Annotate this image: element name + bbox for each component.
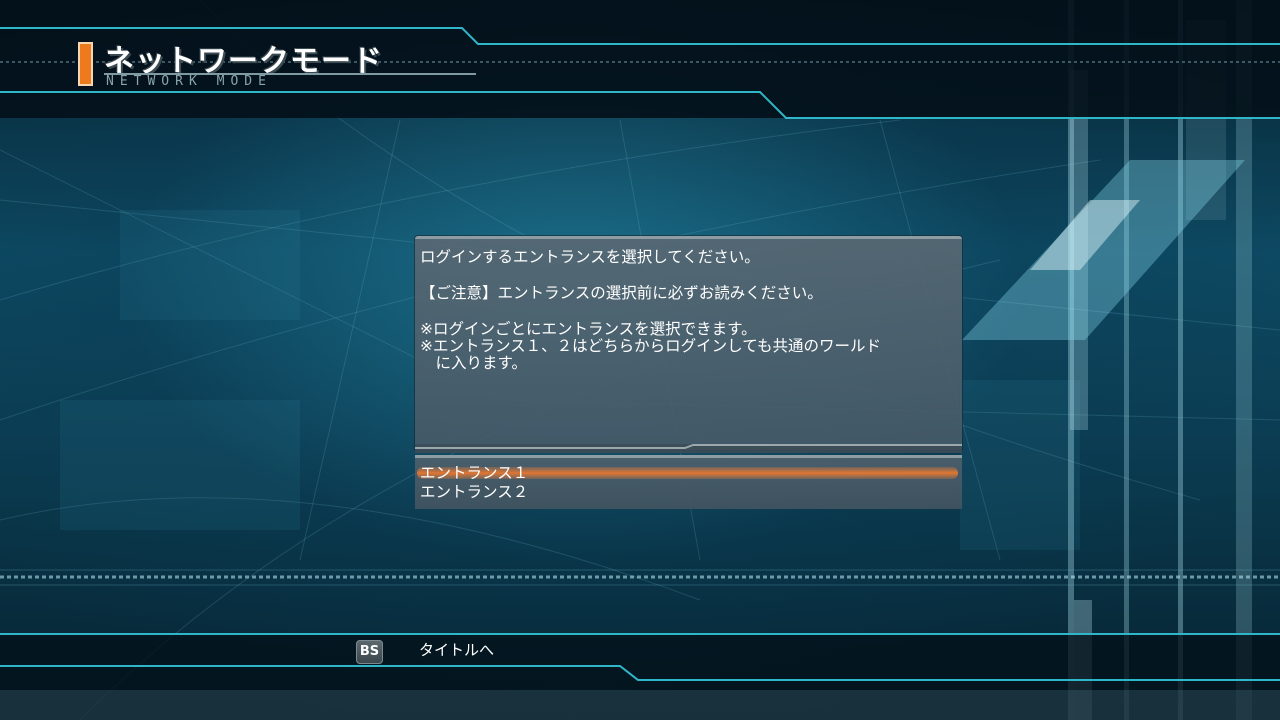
- entrance-option-1[interactable]: エントランス１: [415, 464, 962, 482]
- network-mode-screen: ネットワークモード NETWORK MODE ログインするエントランスを選択して…: [0, 0, 1280, 720]
- bs-key-icon[interactable]: BS: [356, 640, 383, 664]
- info-panel: ログインするエントランスを選択してください。 【ご注意】エントランスの選択前に必…: [415, 236, 962, 450]
- entrance-option-2[interactable]: エントランス２: [415, 483, 962, 501]
- info-line-note3: に入ります。: [420, 354, 527, 372]
- page-subtitle: NETWORK MODE: [106, 74, 272, 89]
- info-line-notice: 【ご注意】エントランスの選択前に必ずお読みください。: [420, 284, 823, 302]
- title-marker: [78, 42, 93, 86]
- info-line-note1: ※ログインごとにエントランスを選択できます。: [420, 320, 757, 338]
- back-to-title-label[interactable]: タイトルへ: [419, 639, 494, 660]
- entrance-option-label: エントランス１: [420, 464, 529, 482]
- entrance-list: エントランス１ エントランス２: [415, 455, 962, 509]
- info-line-instruction: ログインするエントランスを選択してください。: [420, 248, 760, 266]
- entrance-option-label: エントランス２: [420, 483, 529, 501]
- panel-divider: [415, 444, 962, 453]
- info-line-note2: ※エントランス１、２はどちらからログインしても共通のワールド: [420, 337, 881, 355]
